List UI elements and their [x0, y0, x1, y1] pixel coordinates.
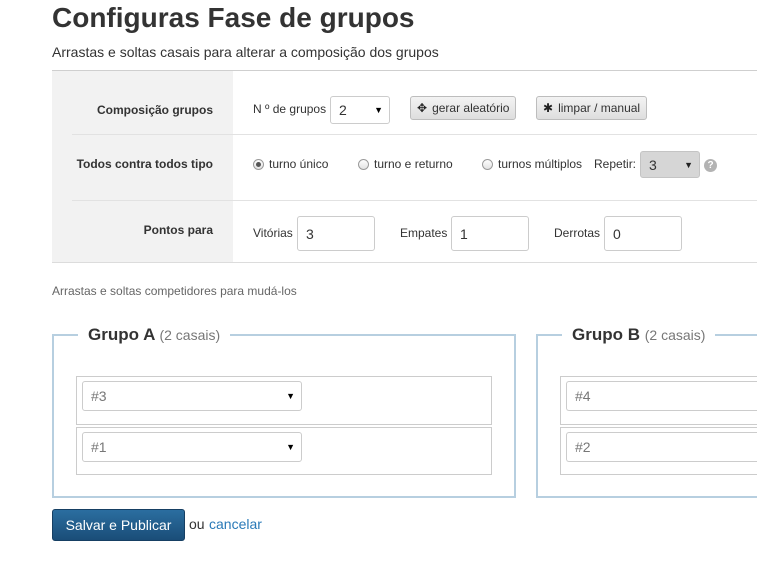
group-slot[interactable]: #3 ▼ — [76, 376, 492, 425]
page-subtitle: Arrastas e soltas casais para alterar a … — [52, 44, 439, 60]
wins-label: Vitórias — [253, 226, 293, 240]
repeat-value: 3 — [649, 156, 657, 173]
row-divider — [72, 200, 757, 201]
random-button-label: gerar aleatório — [432, 101, 510, 115]
move-arrows-icon: ✥ — [417, 101, 428, 115]
round-robin-label: Todos contra todos tipo — [76, 157, 213, 171]
group-a: Grupo A (2 casais) #3 ▼ #1 ▼ — [52, 325, 516, 498]
draws-label: Empates — [400, 226, 448, 240]
draws-input[interactable]: 1 — [451, 216, 529, 251]
group-b: Grupo B (2 casais) #4 #2 — [536, 325, 757, 498]
chevron-down-icon: ▼ — [684, 159, 693, 170]
repeat-select[interactable]: 3 ▼ — [640, 151, 700, 178]
group-a-title: Grupo A (2 casais) — [78, 325, 231, 345]
clear-button-label: limpar / manual — [558, 101, 641, 115]
losses-label: Derrotas — [554, 226, 601, 240]
group-count: (2 casais) — [644, 327, 706, 343]
draws-value: 1 — [460, 225, 468, 242]
group-name: Grupo B — [572, 325, 640, 344]
page-title: Configuras Fase de grupos — [52, 2, 415, 33]
competitor-value: #3 — [91, 388, 107, 404]
chevron-down-icon: ▼ — [286, 391, 295, 401]
radio-label: turno e returno — [374, 157, 453, 171]
group-slot[interactable]: #2 — [560, 427, 757, 475]
or-text: ou — [189, 516, 205, 532]
competitor-value: #4 — [575, 388, 591, 404]
competitor-select[interactable]: #2 — [566, 432, 757, 462]
losses-input[interactable]: 0 — [604, 216, 682, 251]
num-groups-select[interactable]: 2 ▼ — [330, 96, 390, 124]
radio-multiple-rounds[interactable]: turnos múltiplos — [482, 157, 582, 171]
competitor-select[interactable]: #4 — [566, 381, 757, 411]
radio-label: turno único — [269, 157, 329, 171]
random-button[interactable]: ✥ gerar aleatório — [410, 96, 517, 120]
repeat-label: Repetir: — [594, 157, 637, 171]
losses-value: 0 — [613, 225, 621, 242]
radio-dot — [482, 158, 493, 170]
puzzle-icon: ✱ — [543, 101, 554, 115]
group-b-title: Grupo B (2 casais) — [562, 325, 716, 345]
group-name: Grupo A — [88, 325, 155, 344]
drag-hint: Arrastas e soltas competidores para mudá… — [52, 284, 297, 298]
radio-home-away[interactable]: turno e returno — [358, 157, 453, 171]
competitor-select[interactable]: #1 ▼ — [82, 432, 302, 462]
chevron-down-icon: ▼ — [286, 442, 295, 452]
clear-manual-button[interactable]: ✱ limpar / manual — [536, 96, 648, 120]
radio-dot — [358, 158, 369, 170]
radio-label: turnos múltiplos — [498, 157, 583, 171]
num-groups-label: N º de grupos — [253, 102, 327, 116]
cancel-link[interactable]: cancelar — [209, 516, 262, 532]
points-label: Pontos para — [143, 223, 213, 237]
wins-value: 3 — [306, 225, 314, 242]
config-panel: Composição grupos N º de grupos 2 ▼ ✥ ge… — [52, 71, 757, 263]
help-icon[interactable]: ? — [704, 159, 717, 172]
competitor-select[interactable]: #3 ▼ — [82, 381, 302, 411]
row-divider — [72, 134, 757, 135]
composition-label: Composição grupos — [96, 103, 213, 117]
group-slot[interactable]: #1 ▼ — [76, 427, 492, 475]
wins-input[interactable]: 3 — [297, 216, 375, 251]
radio-single-round[interactable]: turno único — [253, 157, 328, 171]
group-slot[interactable]: #4 — [560, 376, 757, 425]
num-groups-value: 2 — [339, 102, 347, 118]
competitor-value: #2 — [575, 439, 591, 455]
group-count: (2 casais) — [159, 327, 221, 343]
competitor-value: #1 — [91, 439, 107, 455]
radio-dot-checked — [253, 158, 264, 170]
save-publish-button[interactable]: Salvar e Publicar — [52, 509, 185, 541]
chevron-down-icon: ▼ — [374, 105, 383, 115]
